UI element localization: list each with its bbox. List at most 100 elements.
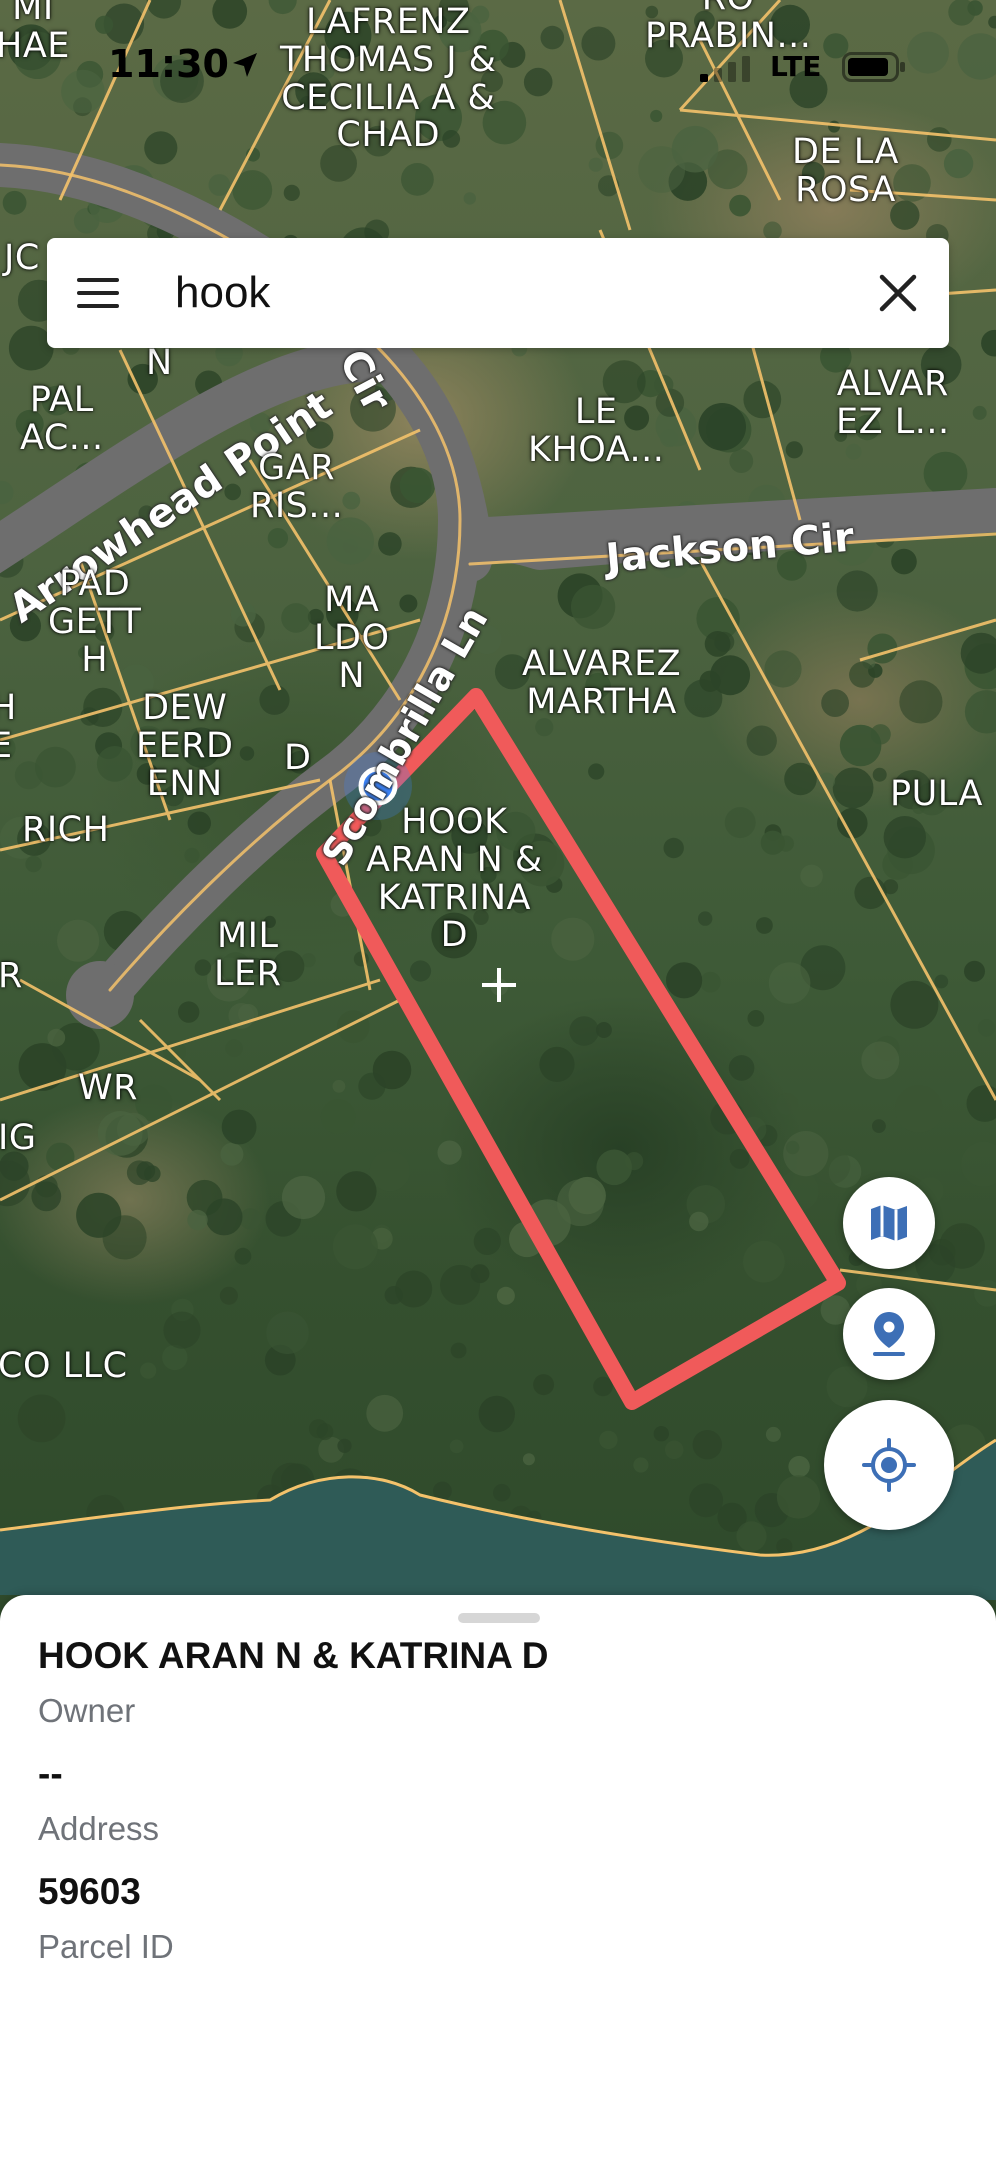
- tree: [570, 584, 616, 630]
- tree: [136, 1161, 156, 1181]
- tree: [18, 1043, 67, 1091]
- tree: [463, 192, 476, 205]
- tree: [724, 807, 756, 839]
- tree: [539, 1046, 575, 1082]
- tree: [523, 67, 553, 97]
- tree: [890, 980, 939, 1029]
- tree: [943, 148, 974, 179]
- search-input[interactable]: [175, 262, 815, 324]
- drop-pin-button[interactable]: [843, 1288, 935, 1380]
- tree: [974, 1280, 996, 1307]
- location-arrow-icon: [233, 53, 257, 77]
- tree: [234, 1247, 252, 1265]
- tree: [698, 403, 746, 451]
- tree: [239, 746, 255, 761]
- tree: [776, 1475, 821, 1519]
- my-location-icon: [862, 1438, 916, 1492]
- parcel-label: GAR RIS...: [250, 448, 344, 526]
- tree: [689, 1211, 709, 1232]
- tree: [239, 1208, 261, 1230]
- tree: [728, 1055, 755, 1081]
- parcel-label: PAD GETT H: [48, 564, 142, 680]
- sheet-drag-handle[interactable]: [458, 1613, 540, 1623]
- tree: [633, 1457, 649, 1473]
- tree: [756, 917, 773, 934]
- tree: [764, 650, 802, 688]
- tree: [961, 1141, 996, 1187]
- tree: [729, 1148, 750, 1169]
- tree: [650, 109, 663, 123]
- tree: [653, 1426, 669, 1442]
- tree: [861, 1041, 900, 1080]
- tree: [760, 830, 785, 855]
- parcel-label: LAFRENZ THOMAS J & CECILIA A & CHAD: [280, 2, 497, 156]
- tree: [883, 816, 926, 859]
- tree: [581, 26, 616, 61]
- tree: [729, 449, 754, 473]
- tree: [784, 762, 817, 796]
- parcel-label: ALVAR EZ L...: [836, 364, 950, 442]
- tree: [496, 1286, 515, 1305]
- tree: [281, 1175, 326, 1220]
- tree: [934, 974, 949, 989]
- tree: [837, 807, 868, 839]
- parcel-label: PULA: [890, 774, 983, 814]
- tree: [663, 837, 684, 859]
- parcel-label: PAL AC...: [20, 380, 104, 458]
- tree: [369, 1150, 410, 1192]
- tree: [220, 1142, 244, 1166]
- map-type-button[interactable]: [843, 1177, 935, 1269]
- tree: [146, 0, 182, 19]
- my-location-button[interactable]: [824, 1400, 954, 1530]
- network-type: LTE: [770, 50, 822, 83]
- parcel-label: IG: [0, 1118, 37, 1158]
- tree: [828, 120, 841, 133]
- menu-icon[interactable]: [73, 272, 123, 314]
- tree: [96, 746, 133, 782]
- satellite-map[interactable]: Arrowhead Point Jackson Cir Scombrilla L…: [0, 0, 996, 1600]
- tree: [366, 1394, 404, 1432]
- parcel-label: MIL LER: [214, 916, 282, 994]
- owner-label: Owner: [38, 1692, 136, 1729]
- parcel-label: MI HAE: [0, 0, 70, 66]
- map-icon: [871, 1205, 907, 1241]
- tree: [671, 125, 719, 173]
- tree: [729, 194, 751, 217]
- tree: [316, 1423, 334, 1441]
- close-icon[interactable]: [869, 264, 927, 322]
- tree: [378, 532, 402, 556]
- signal-icon: [700, 56, 750, 82]
- parcel-label: R: [0, 956, 23, 996]
- tree: [700, 971, 721, 993]
- tree: [95, 15, 114, 34]
- center-crosshair: [482, 968, 516, 1002]
- tree: [923, 451, 968, 496]
- search-bar: [47, 238, 949, 348]
- tree: [267, 528, 289, 549]
- parcel-details-sheet[interactable]: HOOK ARAN N & KATRINA D Owner -- Address…: [0, 1595, 996, 2160]
- tree: [927, 127, 952, 152]
- parcel-label: D: [284, 738, 312, 778]
- tree: [981, 329, 996, 357]
- tree: [747, 1010, 765, 1027]
- tree: [768, 962, 811, 1004]
- selected-parcel-label: HOOK ARAN N & KATRINA D: [366, 802, 543, 956]
- tree: [332, 1224, 378, 1270]
- tree: [964, 690, 996, 734]
- tree: [599, 1430, 618, 1450]
- tree: [266, 1311, 309, 1355]
- tree: [76, 1192, 122, 1238]
- tree: [35, 746, 76, 788]
- tree: [336, 1010, 370, 1044]
- tree: [437, 1140, 462, 1165]
- tree: [2, 190, 27, 215]
- tree: [664, 1440, 684, 1460]
- parcel-label: N: [146, 343, 173, 383]
- tree: [283, 184, 300, 201]
- tree: [332, 1079, 346, 1093]
- tree: [473, 1227, 501, 1255]
- tree: [689, 1483, 724, 1518]
- tree: [776, 1538, 793, 1555]
- tree: [140, 1362, 157, 1379]
- tree: [972, 405, 987, 420]
